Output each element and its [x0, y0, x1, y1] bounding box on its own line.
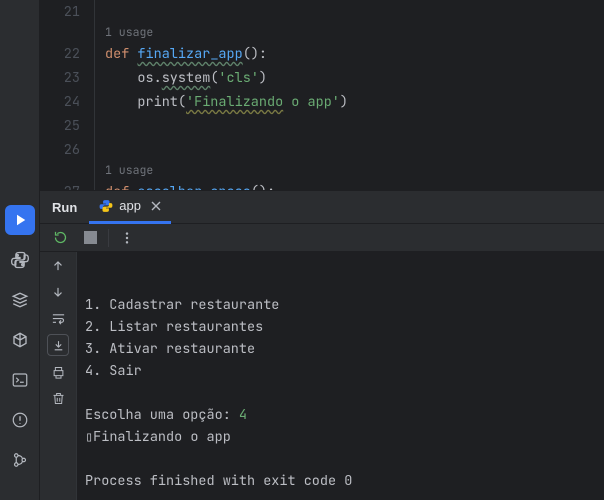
run-tab-label: app	[119, 198, 141, 213]
console-prompt: Escolha uma opção:	[85, 406, 239, 424]
console-user-input: 4	[239, 406, 247, 424]
stop-icon[interactable]	[80, 228, 100, 248]
line-number: 23	[40, 66, 80, 90]
rerun-icon[interactable]	[50, 228, 70, 248]
terminal-icon[interactable]	[0, 360, 40, 400]
usage-hint[interactable]: 1 usage	[105, 24, 348, 42]
more-icon[interactable]	[117, 228, 137, 248]
console-output[interactable]: 1. Cadastrar restaurante 2. Listar resta…	[76, 252, 604, 500]
code-line	[105, 114, 348, 138]
line-number: 25	[40, 114, 80, 138]
console-exit-line: Process finished with exit code 0	[85, 472, 352, 490]
console-line: 1. Cadastrar restaurante	[85, 296, 279, 314]
run-panel-body: 1. Cadastrar restaurante 2. Listar resta…	[40, 252, 604, 500]
run-tool-icon[interactable]	[5, 205, 35, 235]
gutter-spacer	[40, 162, 80, 180]
run-tool-label[interactable]: Run	[40, 200, 89, 215]
code-line: print('Finalizando o app')	[105, 90, 348, 114]
line-number: 22	[40, 42, 80, 66]
python-file-icon	[99, 199, 113, 213]
vcs-icon[interactable]	[0, 440, 40, 480]
console-line: 4. Sair	[85, 362, 142, 380]
soft-wrap-icon[interactable]	[48, 308, 68, 328]
line-gutter: 21 22 23 24 25 26 27	[40, 0, 95, 190]
run-tab-bar: Run app	[40, 190, 604, 224]
run-config-tab[interactable]: app	[89, 190, 171, 224]
line-number: 24	[40, 90, 80, 114]
python-console-icon[interactable]	[0, 240, 40, 280]
main-area: 21 22 23 24 25 26 27 1 usage def finaliz…	[40, 0, 604, 500]
close-icon[interactable]	[151, 201, 161, 211]
run-toolbar	[40, 224, 604, 252]
code-line	[105, 0, 348, 24]
print-icon[interactable]	[48, 362, 68, 382]
console-line: ▯Finalizando o app	[85, 428, 231, 446]
code-editor[interactable]: 21 22 23 24 25 26 27 1 usage def finaliz…	[40, 0, 604, 190]
left-tool-strip	[0, 0, 40, 500]
up-arrow-icon[interactable]	[48, 256, 68, 276]
trash-icon[interactable]	[48, 388, 68, 408]
services-icon[interactable]	[0, 320, 40, 360]
console-line: 2. Listar restaurantes	[85, 318, 263, 336]
code-lines: 1 usage def finalizar_app(): os.system('…	[95, 0, 348, 190]
stack-icon[interactable]	[0, 280, 40, 320]
usage-hint[interactable]: 1 usage	[105, 162, 348, 180]
toolbar-divider	[108, 229, 109, 247]
line-number: 26	[40, 138, 80, 162]
run-side-toolbar	[40, 252, 76, 500]
gutter-spacer	[40, 24, 80, 42]
down-arrow-icon[interactable]	[48, 282, 68, 302]
code-line	[105, 138, 348, 162]
console-line: 3. Ativar restaurante	[85, 340, 255, 358]
problems-icon[interactable]	[0, 400, 40, 440]
code-line: def finalizar_app():	[105, 42, 348, 66]
scroll-to-end-icon[interactable]	[47, 334, 69, 356]
line-number: 21	[40, 0, 80, 24]
code-line: os.system('cls')	[105, 66, 348, 90]
